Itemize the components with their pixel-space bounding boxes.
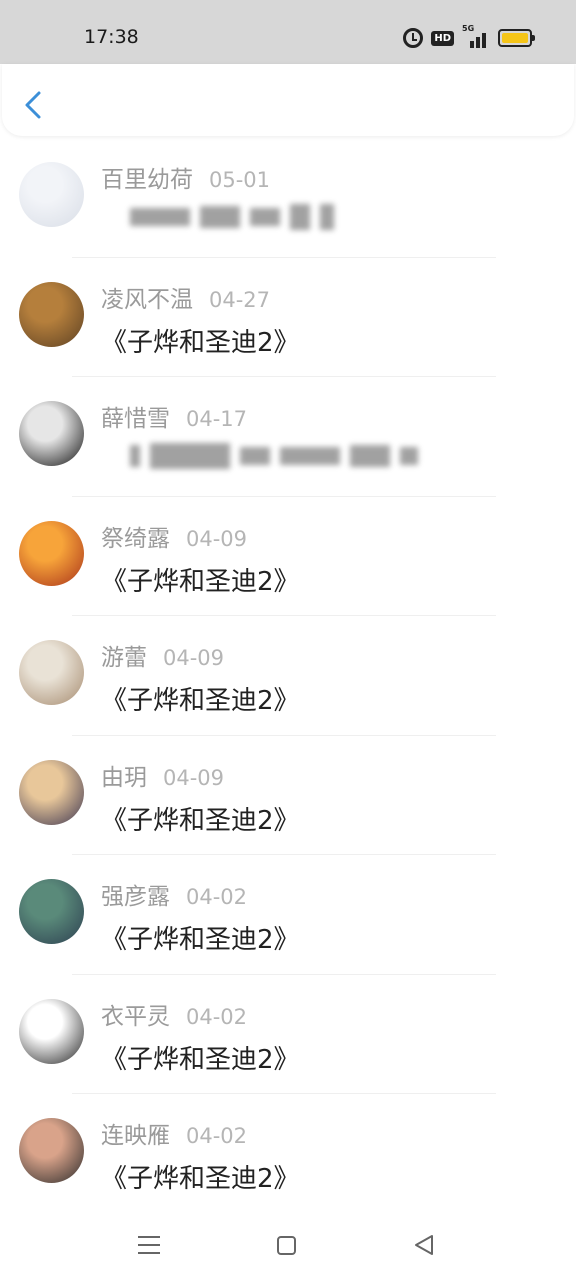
commenter-name[interactable]: 连映雁 [101, 1116, 170, 1150]
commenter-name[interactable]: 衣平灵 [101, 997, 170, 1031]
comment-item[interactable]: 游蕾 04-09 《子烨和圣迪2》 [0, 616, 576, 736]
avatar[interactable] [19, 640, 84, 705]
alarm-icon [403, 28, 424, 48]
avatar[interactable] [19, 998, 84, 1064]
comment-item[interactable]: 凌风不温 04-27 《子烨和圣迪2》 [0, 258, 576, 377]
comment-date: 04-02 [186, 1124, 248, 1148]
comment-message: 《子烨和圣迪2》 [101, 805, 300, 836]
comment-date: 04-09 [163, 765, 225, 790]
status-time: 17:38 [84, 26, 139, 48]
avatar[interactable] [19, 879, 84, 944]
comment-date: 04-09 [163, 646, 225, 670]
commenter-name[interactable]: 由玥 [101, 758, 147, 792]
comment-header: 百里幼荷 05-01 [101, 160, 270, 194]
avatar[interactable] [19, 1118, 84, 1183]
comment-header: 凌风不温 04-27 [101, 280, 270, 314]
chevron-left-icon [25, 91, 41, 119]
battery-icon [498, 29, 535, 47]
avatar[interactable] [19, 759, 84, 825]
comment-message: 《子烨和圣迪2》 [101, 1044, 300, 1075]
comment-header: 衣平灵 04-02 [101, 997, 247, 1031]
comment-header: 由玥 04-09 [101, 758, 224, 792]
header [2, 64, 574, 136]
comment-message: 《子烨和圣迪2》 [101, 566, 300, 597]
comment-message: 《子烨和圣迪2》 [101, 686, 300, 716]
navigation-bar [0, 1210, 576, 1280]
comment-header: 祭绮露 04-09 [101, 519, 247, 553]
commenter-name[interactable]: 凌风不温 [101, 280, 193, 314]
comment-item[interactable]: 薛惜雪 04-17 [0, 377, 576, 497]
comment-date: 04-02 [186, 1004, 248, 1029]
comment-header: 薛惜雪 04-17 [101, 399, 247, 433]
avatar[interactable] [19, 162, 84, 227]
status-bar: 17:38 HD 5G [0, 0, 576, 64]
comment-item[interactable]: 连映雁 04-02 《子烨和圣迪2》 [0, 1094, 576, 1214]
comment-item[interactable]: 衣平灵 04-02 《子烨和圣迪2》 [0, 975, 576, 1094]
comment-item[interactable]: 强彦露 04-02 《子烨和圣迪2》 [0, 855, 576, 975]
comment-item[interactable]: 百里幼荷 05-01 [0, 138, 576, 258]
comment-header: 游蕾 04-09 [101, 638, 224, 672]
blurred-message [130, 200, 344, 234]
commenter-name[interactable]: 强彦露 [101, 877, 170, 911]
comment-header: 强彦露 04-02 [101, 877, 247, 911]
nav-back-icon[interactable] [413, 1234, 435, 1256]
comment-message: 《子烨和圣迪2》 [101, 327, 300, 358]
avatar[interactable] [19, 281, 84, 347]
comment-date: 04-09 [186, 526, 248, 551]
comment-date: 04-27 [209, 287, 271, 312]
comment-list: 百里幼荷 05-01 凌风不温 04-27 《子烨和圣迪2》 薛惜雪 04-17 祭绮露 04-… [0, 138, 576, 1214]
comment-date: 04-02 [186, 885, 248, 909]
comment-header: 连映雁 04-02 [101, 1116, 247, 1150]
status-icons: HD 5G [403, 24, 535, 50]
avatar[interactable] [19, 520, 84, 586]
commenter-name[interactable]: 百里幼荷 [101, 160, 193, 194]
menu-icon[interactable] [138, 1236, 160, 1254]
comment-message: 《子烨和圣迪2》 [101, 1164, 300, 1194]
comment-message: 《子烨和圣迪2》 [101, 925, 300, 955]
commenter-name[interactable]: 祭绮露 [101, 519, 170, 553]
avatar[interactable] [19, 401, 84, 466]
commenter-name[interactable]: 薛惜雪 [101, 399, 170, 433]
signal-icon: 5G [462, 24, 490, 48]
home-icon[interactable] [277, 1236, 296, 1255]
back-button[interactable] [22, 90, 46, 120]
comment-date: 04-17 [186, 407, 248, 431]
comment-date: 05-01 [209, 168, 271, 192]
commenter-name[interactable]: 游蕾 [101, 638, 147, 672]
comment-item[interactable]: 祭绮露 04-09 《子烨和圣迪2》 [0, 497, 576, 616]
network-type-label: 5G [462, 24, 475, 33]
blurred-message [130, 439, 428, 473]
comment-item[interactable]: 由玥 04-09 《子烨和圣迪2》 [0, 736, 576, 855]
hd-icon: HD [431, 30, 454, 46]
